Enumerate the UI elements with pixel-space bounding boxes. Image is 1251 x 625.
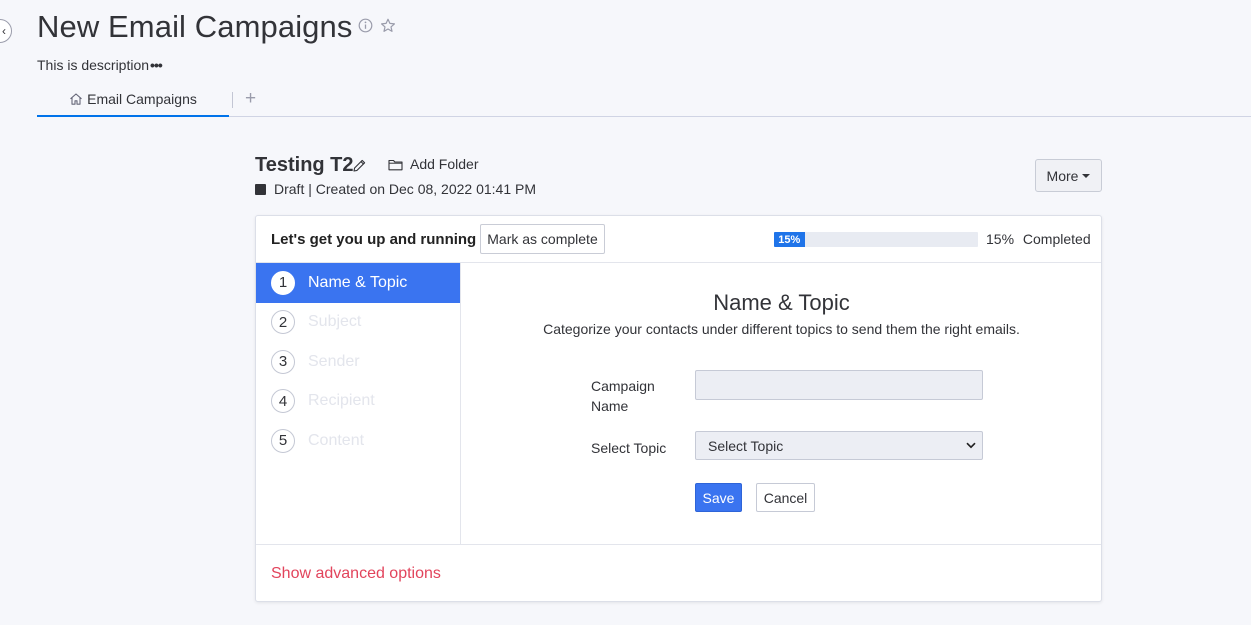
wizard-heading: Let's get you up and running — [271, 231, 477, 248]
board-description[interactable]: This is description••• — [37, 57, 163, 73]
star-icon[interactable] — [380, 18, 396, 34]
add-tab-button[interactable]: + — [245, 88, 256, 110]
wizard-footer: Show advanced options — [256, 544, 1101, 601]
tab-email-campaigns[interactable]: Email Campaigns — [37, 86, 229, 117]
campaign-name-input[interactable] — [695, 370, 983, 400]
topic-select[interactable]: Select Topic — [695, 431, 983, 460]
step-number: 3 — [271, 349, 295, 374]
step-label: Content — [308, 431, 365, 449]
info-icon[interactable] — [358, 18, 373, 34]
progress-fill: 15% — [774, 232, 805, 247]
step-number: 4 — [271, 389, 295, 414]
progress-bar: 15% — [774, 232, 978, 247]
steps-sidebar: 1 Name & Topic 2 Subject 3 Sender 4 Reci… — [256, 263, 461, 544]
title-icons — [358, 18, 396, 34]
step-label: Sender — [308, 352, 360, 370]
chevron-left-icon: ‹ — [2, 24, 6, 38]
mark-complete-button[interactable]: Mark as complete — [480, 224, 605, 254]
step-recipient[interactable]: 4 Recipient — [256, 382, 460, 422]
step-content[interactable]: 5 Content — [256, 421, 460, 461]
step-name-topic[interactable]: 1 Name & Topic — [256, 263, 460, 303]
step-subject[interactable]: 2 Subject — [256, 303, 460, 343]
tab-separator — [232, 92, 233, 108]
back-button[interactable]: ‹ — [0, 19, 12, 43]
home-icon — [70, 93, 83, 105]
progress-text: 15% Completed — [986, 231, 1091, 247]
save-button[interactable]: Save — [695, 483, 742, 512]
step-label: Name & Topic — [308, 273, 408, 291]
select-topic-label: Select Topic — [591, 440, 667, 456]
step-number: 5 — [271, 428, 295, 453]
campaign-status: Draft | Created on Dec 08, 2022 01:41 PM — [255, 181, 536, 197]
step-label: Recipient — [308, 392, 375, 410]
board-title: New Email Campaigns — [37, 9, 353, 44]
chevron-down-icon — [966, 442, 976, 449]
caret-down-icon — [1082, 174, 1091, 178]
campaign-name-label: Campaign Name — [591, 378, 655, 414]
step-number: 1 — [271, 270, 295, 295]
form-title: Name & Topic — [713, 290, 850, 315]
show-advanced-options-link[interactable]: Show advanced options — [271, 565, 441, 583]
wizard-header: Let's get you up and running Mark as com… — [256, 216, 1101, 263]
setup-wizard-card: Let's get you up and running Mark as com… — [255, 215, 1102, 602]
pencil-icon[interactable] — [352, 158, 367, 178]
add-folder-button[interactable]: Add Folder — [388, 156, 478, 172]
step-sender[interactable]: 3 Sender — [256, 342, 460, 382]
step-form-pane: Name & Topic Categorize your contacts un… — [462, 263, 1101, 544]
folder-icon — [388, 159, 403, 170]
more-button[interactable]: More — [1035, 159, 1102, 192]
description-more-icon[interactable]: ••• — [150, 57, 163, 73]
step-number: 2 — [271, 310, 295, 335]
campaign-title: Testing T2 — [255, 154, 354, 176]
cancel-button[interactable]: Cancel — [756, 483, 815, 512]
step-label: Subject — [308, 313, 362, 331]
status-square-icon — [255, 183, 266, 195]
form-subtitle: Categorize your contacts under different… — [543, 321, 1020, 337]
